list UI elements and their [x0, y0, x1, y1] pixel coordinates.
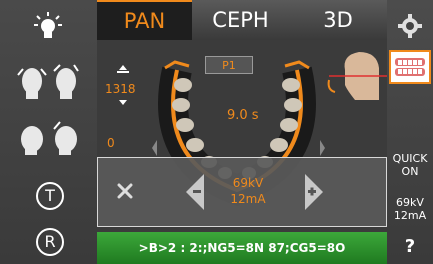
teeth-icon	[395, 58, 425, 76]
exposure-settings-panel: 69kV 12mA	[97, 157, 387, 227]
settings-button[interactable]	[398, 14, 422, 38]
tab-ceph[interactable]: CEPH	[192, 0, 289, 40]
head-profile-icon	[21, 121, 77, 155]
rail-kv-value: 69kV	[396, 196, 424, 209]
tab-pan[interactable]: PAN	[97, 0, 192, 40]
gear-icon	[398, 14, 422, 38]
increase-button[interactable]	[303, 172, 325, 212]
program-selector[interactable]: P1	[205, 56, 253, 74]
right-toolbar: QUICK ON 69kV 12mA ?	[387, 0, 433, 264]
program-label: P1	[222, 58, 236, 72]
tab-pan-label: PAN	[123, 9, 166, 33]
modality-tabs: PAN CEPH 3D	[97, 0, 387, 40]
head-tilt-icon	[17, 64, 79, 99]
head-position-tilt-button[interactable]	[14, 116, 84, 158]
left-toolbar: T R	[0, 0, 97, 264]
quick-label-line1: QUICK	[392, 152, 428, 165]
kv-value: 69kV	[232, 176, 264, 190]
status-message-bar: >B>2 : 2:;NG5=8N 87;CG5=8O	[97, 232, 387, 264]
zero-label: 0	[107, 136, 115, 150]
help-label: ?	[404, 236, 416, 257]
t-label: T	[45, 186, 55, 205]
head-position-upright-button[interactable]	[14, 60, 84, 102]
dentition-selector-button[interactable]	[389, 50, 431, 84]
tab-ceph-label: CEPH	[212, 8, 269, 32]
minus-arrow-icon	[186, 174, 204, 210]
r-label: R	[44, 232, 56, 251]
t-mode-button[interactable]: T	[34, 180, 66, 212]
ma-value: 12mA	[230, 192, 266, 206]
tab-3d-label: 3D	[323, 8, 353, 32]
quick-on-button[interactable]: QUICK ON	[387, 152, 433, 182]
decrease-button[interactable]	[184, 172, 206, 212]
rail-ma-value: 12mA	[393, 209, 427, 222]
close-icon	[117, 183, 133, 199]
light-bulb-button[interactable]	[30, 8, 66, 44]
plus-arrow-icon	[305, 174, 323, 210]
status-message: >B>2 : 2:;NG5=8N 87;CG5=8O	[138, 241, 346, 255]
tab-3d[interactable]: 3D	[289, 0, 387, 40]
r-mode-button[interactable]: R	[34, 226, 66, 258]
quick-label-line2: ON	[401, 165, 419, 178]
exposure-time: 9.0 s	[227, 108, 259, 123]
close-panel-button[interactable]	[114, 180, 136, 202]
light-bulb-icon	[34, 12, 62, 38]
help-button[interactable]: ?	[387, 236, 433, 260]
patient-profile-icon	[327, 52, 387, 100]
height-value: 1318	[105, 82, 136, 96]
